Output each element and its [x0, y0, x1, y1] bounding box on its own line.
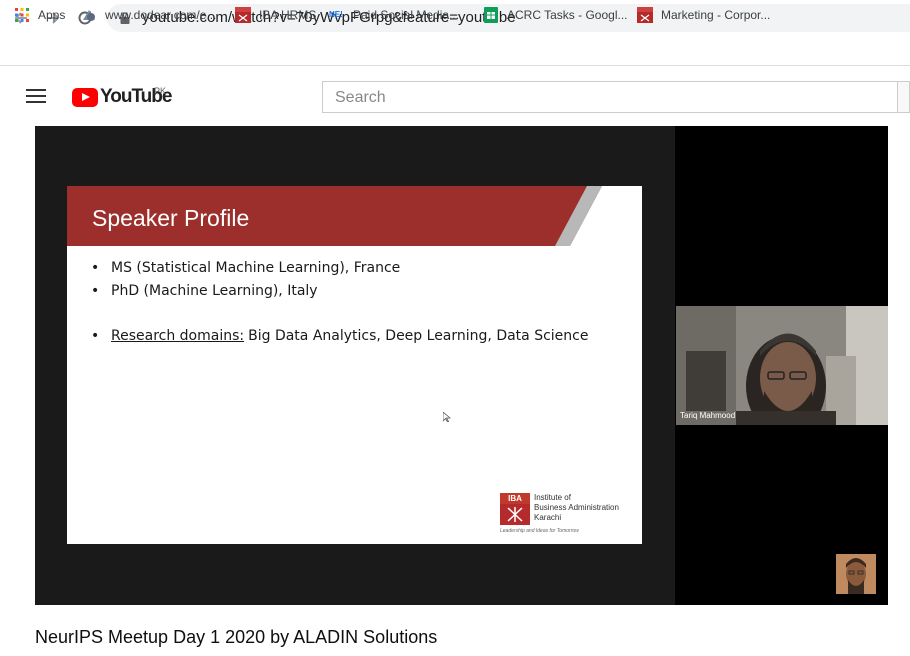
- ne-icon: NE!: [329, 10, 343, 19]
- iba-name: Institute of Business Administration Kar…: [534, 493, 619, 522]
- speaker-video-frame: [676, 306, 888, 425]
- slide-bullet: • Research domains: Big Data Analytics, De…: [91, 328, 589, 344]
- bookmark-label: Apps: [38, 8, 66, 22]
- bookmark-apps[interactable]: Apps: [14, 6, 65, 24]
- iba-logo: IBA Institute of Business Administration…: [500, 493, 628, 535]
- search-box[interactable]: [322, 81, 898, 113]
- youtube-play-icon: [72, 87, 98, 107]
- bookmark-marketing[interactable]: Marketing - Corpor...: [637, 6, 770, 24]
- bookmark-label: Paid Social Media...: [353, 8, 460, 22]
- iba-mark-icon: IBA: [500, 493, 530, 525]
- bookmark-paid-social[interactable]: NE! Paid Social Media...: [329, 6, 459, 24]
- participant-thumbnail: [836, 554, 876, 594]
- bookmark-label: IBA HRMS: [259, 8, 317, 22]
- slide-title: Speaker Profile: [92, 205, 250, 231]
- sheets-icon: [483, 7, 499, 23]
- bookmark-label: www.dodear.com/e...: [105, 8, 217, 22]
- bookmarks-bar: [0, 36, 910, 66]
- speaker-webcam: Tariq Mahmood: [676, 306, 888, 425]
- slide-bullet: • PhD (Machine Learning), Italy: [91, 283, 318, 299]
- search-button[interactable]: [898, 81, 910, 113]
- bullet-text: MS (Statistical Machine Learning), Franc…: [111, 260, 401, 276]
- bookmark-acrc-tasks[interactable]: ACRC Tasks - Googl...: [483, 6, 627, 24]
- country-code: PK: [154, 86, 167, 96]
- mouse-cursor-icon: [443, 412, 451, 422]
- bookmark-dodear[interactable]: www.dodear.com/e...: [81, 6, 216, 24]
- bookmark-iba-hrms[interactable]: IBA HRMS: [235, 6, 316, 24]
- iba-icon: [637, 7, 653, 23]
- iba-icon: [235, 7, 251, 23]
- bookmark-label: Marketing - Corpor...: [661, 8, 771, 22]
- bullet-prefix: Research domains:: [111, 328, 245, 344]
- site-globe-icon: [81, 7, 97, 23]
- video-title: NeurIPS Meetup Day 1 2020 by ALADIN Solu…: [35, 627, 438, 647]
- bullet-text: PhD (Machine Learning), Italy: [111, 283, 318, 299]
- apps-grid-icon: [14, 7, 30, 23]
- slide-bullet: • MS (Statistical Machine Learning), Fran…: [91, 260, 401, 276]
- presentation-slide: Speaker Profile • MS (Statistical Machine…: [67, 186, 642, 544]
- menu-icon[interactable]: [26, 89, 46, 103]
- bullet-text: Big Data Analytics, Deep Learning, Data …: [248, 328, 589, 344]
- speaker-name-label: Tariq Mahmood: [680, 411, 736, 420]
- bookmark-label: ACRC Tasks - Googl...: [507, 8, 628, 22]
- search-input[interactable]: [335, 88, 875, 108]
- iba-tagline: Leadership and Ideas for Tomorrow: [500, 528, 579, 534]
